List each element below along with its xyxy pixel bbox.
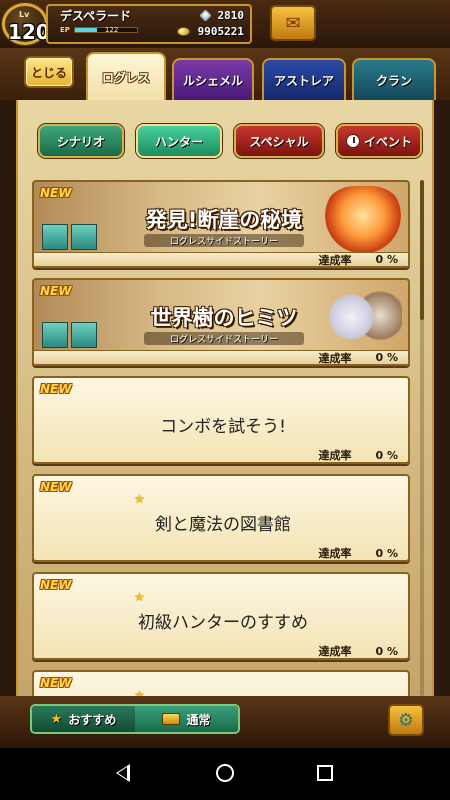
quest-panel: シナリオ ハンター スペシャル イベント NEW 発見!断崖の秘境 ログレスサイ… [16,100,434,696]
new-badge: NEW [40,676,72,690]
progress-label: 達成率 [318,449,352,462]
tab-clan[interactable]: クラン [352,58,436,100]
mailbox-icon: ✉ [285,12,301,34]
system-navigation-bar [0,748,450,800]
reward-icons [42,224,97,250]
bottom-toolbar: ★ おすすめ 通常 ⚙ [0,696,450,748]
back-icon [116,764,130,782]
filter-row: シナリオ ハンター スペシャル イベント [38,124,422,158]
progress-label: 達成率 [318,547,352,560]
new-badge: NEW [40,382,72,396]
reward-item-icon [42,224,68,250]
progress-value: 0 % [375,644,398,658]
progress-strip: 達成率 0 % [34,350,408,365]
new-badge: NEW [40,186,72,200]
ep-row: EP 122 [60,26,138,34]
filter-event-label: イベント [363,134,412,149]
tab-label: クラン [375,73,412,88]
tab-label: ログレス [101,70,150,85]
progress-strip: 達成率 0 % [34,448,408,463]
filter-scenario-button[interactable]: シナリオ [38,124,124,158]
player-panel: デスペラード EP 122 2810 9905221 [46,4,252,44]
gold-coin-icon [176,27,190,36]
sort-recommended-button[interactable]: ★ おすすめ [32,706,135,732]
ep-bar-fill [74,28,97,32]
star-icon: ★ [134,492,145,506]
ep-label: EP [60,26,70,34]
tab-logres[interactable]: ログレス [86,52,166,100]
quest-title: 初級ハンターのすすめ [138,613,308,633]
new-badge: NEW [40,284,72,298]
tab-label: アストレア [273,73,334,88]
recent-apps-icon [317,765,333,781]
level-tag: Lv [19,10,30,19]
filter-special-button[interactable]: スペシャル [234,124,324,158]
clock-icon [345,134,360,148]
star-icon: ★ [50,711,63,727]
ep-value: 122 [104,26,119,34]
back-button[interactable] [110,760,136,786]
gem-count: 2810 [217,9,245,22]
reward-item-icon [42,322,68,348]
player-name: デスペラード [60,9,132,23]
quest-card[interactable]: NEW ★ [32,670,410,696]
mailbox-button[interactable]: ✉ [270,5,316,41]
home-button[interactable] [212,760,238,786]
star-icon: ★ [134,688,145,696]
sort-normal-label: 通常 [186,712,211,727]
progress-label: 達成率 [318,253,352,267]
sort-toggle: ★ おすすめ 通常 [30,704,240,734]
filter-hunter-button[interactable]: ハンター [136,124,222,158]
progress-strip: 達成率 0 % [34,644,408,659]
scroll-thumb[interactable] [420,180,424,320]
progress-strip: 達成率 0 % [34,252,408,267]
quest-title: コンボを試そう! [160,417,286,437]
progress-value: 0 % [375,448,398,462]
reward-icons [42,322,97,348]
gear-icon: ⚙ [397,709,415,731]
quest-card[interactable]: NEW 発見!断崖の秘境 ログレスサイドストーリー 達成率 0 % [32,180,410,268]
level-number: 120 [8,20,50,44]
progress-value: 0 % [375,546,398,560]
quest-title: 発見!断崖の秘境 [145,208,303,232]
gem-counter: 2810 [154,9,244,22]
sort-normal-button[interactable]: 通常 [135,706,238,732]
player-status-bar: Lv 120 デスペラード EP 122 2810 9905221 ✉ [0,0,450,48]
treasure-chest-icon [162,713,181,725]
tab-astrea[interactable]: アストレア [262,58,346,100]
progress-label: 達成率 [318,351,352,365]
quest-card[interactable]: NEW コンボを試そう! 達成率 0 % [32,376,410,464]
progress-value: 0 % [375,253,398,266]
world-tab-row: とじる ログレス ルシェメル アストレア クラン [0,48,450,100]
filter-event-button[interactable]: イベント [336,124,422,158]
recent-apps-button[interactable] [312,760,338,786]
ep-bar: 122 [73,26,138,34]
gold-counter: 9905221 [154,25,244,38]
home-icon [216,764,234,782]
new-badge: NEW [40,578,72,592]
scrollbar[interactable] [420,180,424,696]
quest-card[interactable]: NEW ★ 初級ハンターのすすめ 達成率 0 % [32,572,410,660]
star-icon: ★ [134,590,145,604]
quest-card[interactable]: NEW 世界樹のヒミツ ログレスサイドストーリー 達成率 0 % [32,278,410,366]
quest-subtitle: ログレスサイドストーリー [144,234,304,247]
quest-title: 剣と魔法の図書館 [155,515,291,535]
quest-title: 世界樹のヒミツ [150,306,298,330]
gem-icon [198,9,212,22]
settings-button[interactable]: ⚙ [388,704,424,736]
progress-label: 達成率 [318,645,352,658]
close-button[interactable]: とじる [24,56,74,88]
new-badge: NEW [40,480,72,494]
progress-value: 0 % [375,351,398,364]
progress-strip: 達成率 0 % [34,546,408,561]
quest-card[interactable]: NEW ★ 剣と魔法の図書館 達成率 0 % [32,474,410,562]
tab-lushemel[interactable]: ルシェメル [172,58,254,100]
tab-label: ルシェメル [182,73,243,88]
level-badge: Lv 120 [2,3,50,45]
sort-recommended-label: おすすめ [68,712,117,727]
quest-subtitle: ログレスサイドストーリー [144,332,304,345]
gold-count: 9905221 [197,25,244,38]
